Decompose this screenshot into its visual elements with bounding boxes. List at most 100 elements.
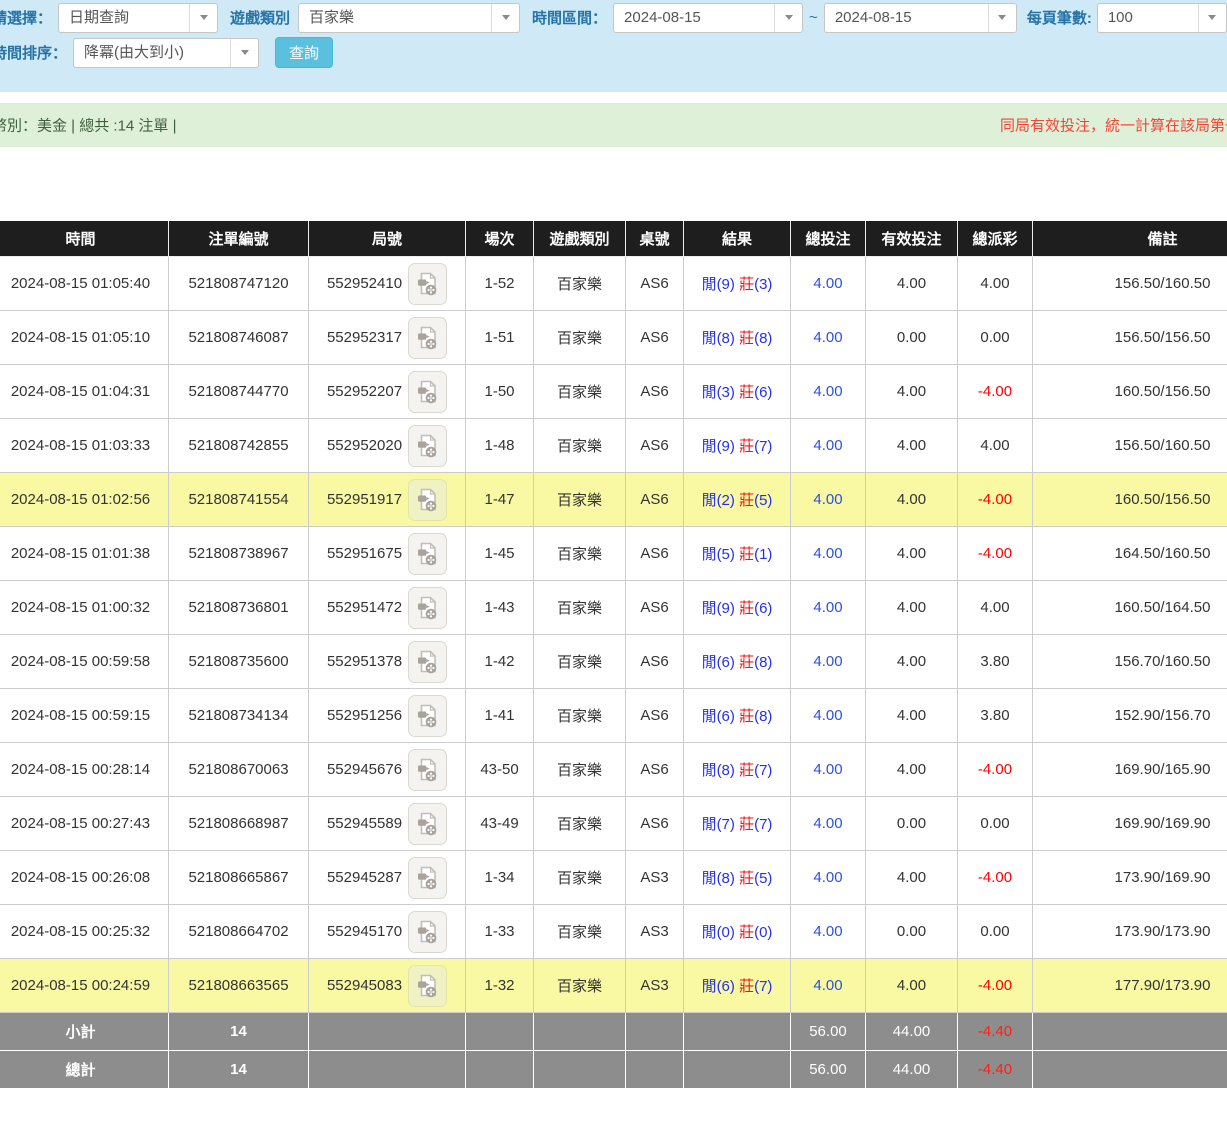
total-bet-link[interactable]: 4.00 [813, 383, 842, 400]
cell-payout: -4.00 [958, 743, 1033, 797]
cell-remark: 160.50/156.50 [1033, 365, 1227, 419]
cell-game-type: 百家樂 [534, 797, 626, 851]
total-bet-link[interactable]: 4.00 [813, 977, 842, 994]
total-bet-link[interactable]: 4.00 [813, 761, 842, 778]
info-bar: 幣別：美金 | 總共 :14 注單 | 同局有效投注，統一計算在該局第一張 [0, 103, 1227, 147]
game-type-label: 遊戲類別 [230, 7, 290, 28]
header-total-bet: 總投注 [791, 221, 866, 257]
cell-session: 1-51 [466, 311, 534, 365]
table-row[interactable]: 2024-08-15 00:27:43 521808668987 5529455… [0, 797, 1227, 851]
cell-table-no: AS6 [626, 419, 684, 473]
cell-payout: -4.00 [958, 473, 1033, 527]
table-row[interactable]: 2024-08-15 00:59:58 521808735600 5529513… [0, 635, 1227, 689]
cell-round-id: 552945589 [309, 797, 466, 851]
search-button[interactable]: 查詢 [275, 37, 333, 68]
video-replay-button[interactable] [408, 965, 447, 1007]
banker-label: 莊 [739, 276, 754, 293]
video-file-icon [417, 325, 438, 350]
total-bet-link[interactable]: 4.00 [813, 545, 842, 562]
total-bet-link[interactable]: 4.00 [813, 707, 842, 724]
table-row[interactable]: 2024-08-15 01:04:31 521808744770 5529522… [0, 365, 1227, 419]
table-row[interactable]: 2024-08-15 00:28:14 521808670063 5529456… [0, 743, 1227, 797]
total-bet-link[interactable]: 4.00 [813, 815, 842, 832]
header-valid-bet: 有效投注 [866, 221, 958, 257]
cell-total-bet: 4.00 [791, 689, 866, 743]
video-replay-button[interactable] [408, 317, 447, 359]
table-row[interactable]: 2024-08-15 00:25:32 521808664702 5529451… [0, 905, 1227, 959]
cell-valid-bet: 4.00 [866, 257, 958, 311]
cell-payout: -4.00 [958, 365, 1033, 419]
banker-label: 莊 [739, 816, 754, 833]
cell-game-type: 百家樂 [534, 527, 626, 581]
video-replay-button[interactable] [408, 371, 447, 413]
filter-row-2: 時間排序： 降冪(由大到小) 查詢 [0, 37, 333, 68]
video-replay-button[interactable] [408, 479, 447, 521]
video-replay-button[interactable] [408, 641, 447, 683]
table-row[interactable]: 2024-08-15 00:26:08 521808665867 5529452… [0, 851, 1227, 905]
video-replay-button[interactable] [408, 263, 447, 305]
total-bet-link[interactable]: 4.00 [813, 329, 842, 346]
cell-result: 閒(2) 莊(5) [684, 473, 791, 527]
player-result: 閒(5) [702, 546, 735, 563]
table-row[interactable]: 2024-08-15 01:01:38 521808738967 5529516… [0, 527, 1227, 581]
video-replay-button[interactable] [408, 911, 447, 953]
cell-session: 1-34 [466, 851, 534, 905]
total-bet-link[interactable]: 4.00 [813, 437, 842, 454]
total-bet-link[interactable]: 4.00 [813, 275, 842, 292]
video-replay-button[interactable] [408, 587, 447, 629]
date-to-select[interactable]: 2024-08-15 [824, 3, 1017, 33]
table-row[interactable]: 2024-08-15 01:03:33 521808742855 5529520… [0, 419, 1227, 473]
date-from-select[interactable]: 2024-08-15 [613, 3, 803, 33]
table-row[interactable]: 2024-08-15 01:00:32 521808736801 5529514… [0, 581, 1227, 635]
page-size-value: 100 [1098, 4, 1198, 32]
table-row[interactable]: 2024-08-15 01:02:56 521808741554 5529519… [0, 473, 1227, 527]
video-replay-button[interactable] [408, 803, 447, 845]
video-file-icon [417, 487, 438, 512]
header-result: 結果 [684, 221, 791, 257]
video-replay-button[interactable] [408, 749, 447, 791]
cell-total-bet: 4.00 [791, 851, 866, 905]
round-id-text: 552952317 [327, 329, 402, 346]
table-row[interactable]: 2024-08-15 01:05:40 521808747120 5529524… [0, 257, 1227, 311]
cell-round-id: 552951675 [309, 527, 466, 581]
total-bet-link[interactable]: 4.00 [813, 653, 842, 670]
cell-table-no: AS6 [626, 365, 684, 419]
sort-order-select[interactable]: 降冪(由大到小) [73, 38, 259, 68]
table-row[interactable]: 2024-08-15 01:05:10 521808746087 5529523… [0, 311, 1227, 365]
video-replay-button[interactable] [408, 425, 447, 467]
round-id-text: 552952207 [327, 383, 402, 400]
cell-table-no: AS6 [626, 743, 684, 797]
cell-session: 1-48 [466, 419, 534, 473]
round-id-text: 552951256 [327, 707, 402, 724]
total-bet-link[interactable]: 4.00 [813, 599, 842, 616]
page-size-select[interactable]: 100 [1097, 3, 1227, 33]
table-row[interactable]: 2024-08-15 00:24:59 521808663565 5529450… [0, 959, 1227, 1013]
video-replay-button[interactable] [408, 695, 447, 737]
cell-total-bet: 4.00 [791, 797, 866, 851]
query-mode-select[interactable]: 日期查詢 [58, 3, 218, 33]
cell-session: 1-52 [466, 257, 534, 311]
table-row[interactable]: 2024-08-15 00:59:15 521808734134 5529512… [0, 689, 1227, 743]
date-to-value: 2024-08-15 [825, 4, 988, 32]
banker-score: (6) [754, 600, 772, 617]
video-replay-button[interactable] [408, 533, 447, 575]
cell-payout: -4.00 [958, 527, 1033, 581]
cell-bet-id: 521808747120 [169, 257, 309, 311]
video-replay-button[interactable] [408, 857, 447, 899]
subtotal-row: 小計 14 56.00 44.00 -4.40 [0, 1013, 1227, 1051]
cell-valid-bet: 4.00 [866, 419, 958, 473]
cell-valid-bet: 4.00 [866, 689, 958, 743]
total-bet-link[interactable]: 4.00 [813, 923, 842, 940]
game-type-select[interactable]: 百家樂 [298, 3, 520, 33]
player-result: 閒(8) [702, 870, 735, 887]
cell-table-no: AS6 [626, 581, 684, 635]
cell-total-bet: 4.00 [791, 581, 866, 635]
total-bet-link[interactable]: 4.00 [813, 491, 842, 508]
total-bet-link[interactable]: 4.00 [813, 869, 842, 886]
cell-total-bet: 4.00 [791, 365, 866, 419]
round-id-text: 552951472 [327, 599, 402, 616]
cell-time: 2024-08-15 00:27:43 [0, 797, 169, 851]
cell-game-type: 百家樂 [534, 257, 626, 311]
cell-remark: 160.50/156.50 [1033, 473, 1227, 527]
cell-total-bet: 4.00 [791, 743, 866, 797]
